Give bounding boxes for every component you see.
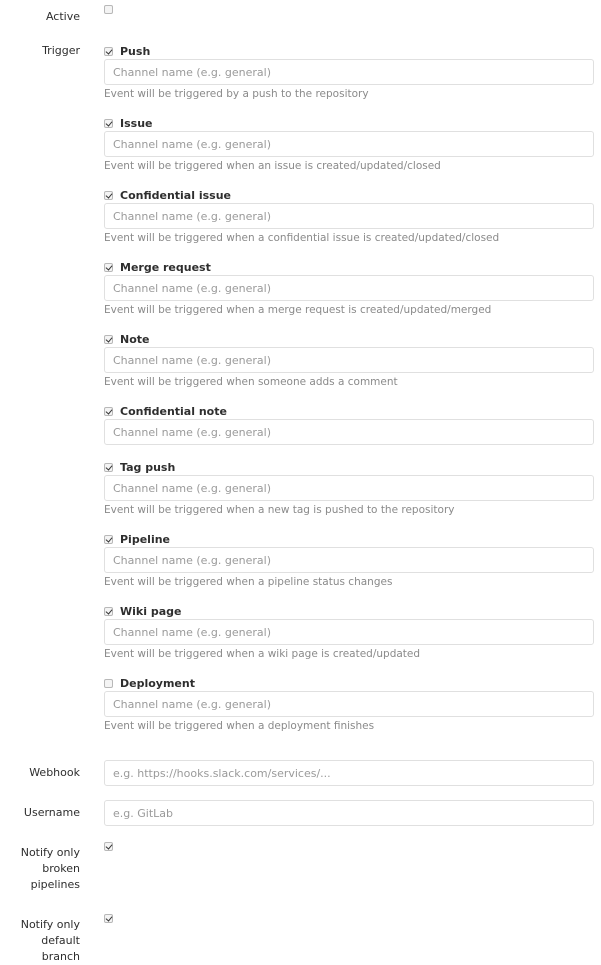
active-label: Active [45,10,80,23]
notify-broken-label: Notify only broken pipelines [0,845,80,893]
channel-name-input[interactable] [104,347,594,373]
channel-name-input[interactable] [104,547,594,573]
event-checkbox[interactable] [104,263,113,272]
event-checkbox[interactable] [104,535,113,544]
channel-name-input[interactable] [104,619,594,645]
event-checkbox[interactable] [104,607,113,616]
channel-name-input[interactable] [104,475,594,501]
webhook-label: Webhook [29,766,80,779]
event-checkbox[interactable] [104,47,113,56]
event-title: Note [120,333,150,346]
notify-broken-label-line: broken [42,862,80,875]
notify-broken-label-line: Notify only [20,846,80,859]
event-checkbox[interactable] [104,463,113,472]
notify-default-label: Notify only default branch [0,917,80,965]
event-help-text: Event will be triggered when someone add… [104,376,398,388]
event-checkbox[interactable] [104,335,113,344]
event-help-text: Event will be triggered when an issue is… [104,160,441,172]
channel-name-input[interactable] [104,419,594,445]
event-title: Issue [120,117,153,130]
event-help-text: Event will be triggered when a wiki page… [104,648,421,660]
channel-name-input[interactable] [104,691,594,717]
event-help-text: Event will be triggered by a push to the… [104,88,369,100]
webhook-input[interactable] [104,760,594,786]
event-checkbox[interactable] [104,679,113,688]
event-title: Push [120,45,151,58]
channel-name-input[interactable] [104,275,594,301]
event-checkbox[interactable] [104,191,113,200]
channel-name-input[interactable] [104,203,594,229]
username-input[interactable] [104,800,594,826]
active-checkbox[interactable] [104,5,113,14]
event-checkbox[interactable] [104,407,113,416]
event-title: Wiki page [120,605,182,618]
event-checkbox[interactable] [104,119,113,128]
notify-broken-checkbox[interactable] [104,842,113,851]
event-title: Confidential issue [120,189,231,202]
notify-default-label-line: Notify only [20,918,80,931]
event-help-text: Event will be triggered when a merge req… [104,304,492,316]
channel-name-input[interactable] [104,59,594,85]
event-title: Merge request [120,261,211,274]
event-help-text: Event will be triggered when a confident… [104,232,500,244]
event-title: Tag push [120,461,176,474]
event-title: Deployment [120,677,195,690]
event-help-text: Event will be triggered when a new tag i… [104,504,455,516]
channel-name-input[interactable] [104,131,594,157]
event-help-text: Event will be triggered when a pipeline … [104,576,393,588]
trigger-label: Trigger [42,44,80,57]
username-label: Username [23,806,80,819]
event-help-text: Event will be triggered when a deploymen… [104,720,375,732]
notify-default-label-line: default branch [41,934,80,963]
notify-default-checkbox[interactable] [104,914,113,923]
event-title: Confidential note [120,405,227,418]
notify-broken-label-line: pipelines [30,878,80,891]
event-title: Pipeline [120,533,170,546]
